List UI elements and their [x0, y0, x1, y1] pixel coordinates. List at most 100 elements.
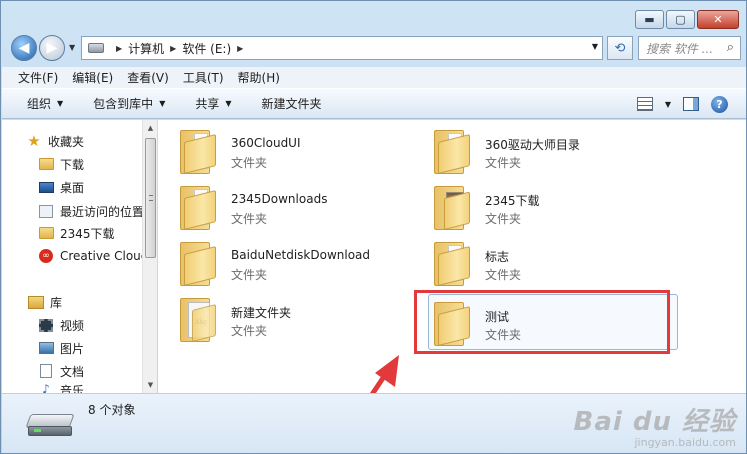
folder-type: 文件夹 [231, 268, 268, 282]
breadcrumb-separator-icon[interactable]: ▶ [116, 44, 122, 53]
folder-icon [38, 157, 54, 171]
new-folder-label: 新建文件夹 [261, 97, 322, 111]
search-input[interactable]: 搜索 软件 ... ⌕ [638, 36, 741, 60]
creative-cloud-icon: ∞ [38, 249, 54, 263]
help-icon[interactable]: ? [711, 95, 728, 113]
nav-scrollbar[interactable]: ▲ ▼ [142, 120, 157, 393]
new-folder-button[interactable]: 新建文件夹 [262, 95, 322, 112]
documents-icon [38, 364, 54, 378]
nav-recent-places[interactable]: 最近访问的位置 [38, 200, 142, 222]
pictures-icon [38, 341, 54, 355]
minimize-button[interactable]: ▬ [635, 10, 664, 29]
nav-recent-label: 最近访问的位置 [60, 204, 142, 219]
nav-pictures[interactable]: 图片 [38, 337, 178, 359]
nav-videos[interactable]: 视频 [38, 314, 178, 336]
folder-name: BaiduNetdiskDownload [231, 248, 371, 262]
menu-tools[interactable]: 工具(T) [183, 69, 224, 86]
preview-pane-icon[interactable] [683, 97, 699, 111]
video-icon [38, 318, 54, 332]
recent-places-icon [38, 204, 54, 218]
library-icon [28, 295, 44, 309]
nav-documents-label: 文档 [60, 364, 85, 379]
recent-pages-dropdown-icon[interactable]: ▼ [69, 43, 75, 52]
scroll-up-icon[interactable]: ▲ [143, 120, 158, 136]
nav-downloads[interactable]: 下载 [38, 153, 178, 175]
nav-videos-label: 视频 [60, 318, 85, 333]
folder-item-360cloudui[interactable]: 360CloudUI 文件夹 [158, 120, 398, 174]
folder-type: 文件夹 [231, 324, 268, 338]
refresh-button[interactable]: ⟲ [607, 36, 633, 60]
folder-item-2345-download-cn[interactable]: 2345下载 文件夹 [412, 176, 652, 230]
menu-file[interactable]: 文件(F) [18, 69, 58, 86]
nav-creative-cloud-label: Creative Cloud [60, 249, 142, 263]
organize-button[interactable]: 组织 ▼ [27, 95, 63, 112]
menu-edit[interactable]: 编辑(E) [72, 69, 113, 86]
folder-item-baidunetdisk[interactable]: BaiduNetdiskDownload 文件夹 [158, 232, 398, 286]
scrollbar-thumb[interactable] [145, 138, 156, 258]
address-dropdown-icon[interactable]: ▼ [592, 42, 598, 51]
nav-downloads-label: 下载 [60, 157, 85, 172]
folder-item-new-folder[interactable]: Abg 新建文件夹 文件夹 [158, 288, 398, 342]
chevron-down-icon: ▼ [159, 99, 166, 108]
hard-drive-icon [25, 414, 75, 436]
watermark: Bai du 经验 jingyan.baidu.com [574, 401, 737, 449]
nav-libraries-label: 库 [50, 295, 63, 310]
desktop-icon [38, 180, 54, 194]
breadcrumb-drive-e[interactable]: 软件 (E:) [182, 40, 231, 57]
folder-name: 2345Downloads [231, 192, 328, 206]
nav-favorites-label: 收藏夹 [48, 134, 85, 149]
breadcrumb-computer[interactable]: 计算机 [128, 40, 164, 57]
folder-item-360-driver[interactable]: 360驱动大师目录 文件夹 [412, 120, 652, 174]
folder-type: 文件夹 [485, 156, 522, 170]
view-options-dropdown-icon[interactable]: ▼ [665, 100, 671, 109]
folder-icon [434, 242, 470, 286]
menu-bar: 文件(F) 编辑(E) 查看(V) 工具(T) 帮助(H) [2, 67, 746, 88]
folder-item-2345downloads[interactable]: 2345Downloads 文件夹 [158, 176, 398, 230]
menu-help[interactable]: 帮助(H) [238, 69, 280, 86]
chevron-down-icon: ▼ [225, 99, 232, 108]
search-icon[interactable]: ⌕ [727, 40, 734, 55]
folder-name: 标志 [485, 250, 510, 264]
folder-type: 文件夹 [485, 268, 522, 282]
item-count: 8 个对象 [88, 403, 136, 417]
drive-icon [88, 43, 104, 53]
nav-desktop[interactable]: 桌面 [38, 176, 178, 198]
folder-type: 文件夹 [231, 212, 268, 226]
annotation-highlight-box [414, 290, 670, 354]
share-button[interactable]: 共享 ▼ [195, 95, 231, 112]
command-bar: 组织 ▼ 包含到库中 ▼ 共享 ▼ 新建文件夹 ▼ ? [2, 88, 746, 119]
nav-music-label: 音乐 [60, 384, 85, 393]
folder-item-logo[interactable]: 标志 文件夹 [412, 232, 652, 286]
scroll-down-icon[interactable]: ▼ [143, 377, 158, 393]
command-bar-right: ▼ ? [636, 93, 746, 115]
nav-2345-label: 2345下载 [60, 226, 115, 241]
folder-name: 360驱动大师目录 [485, 138, 580, 152]
navigation-pane: ★ 收藏夹 下载 桌面 最近访问的位置 2345下载 ∞ Creative Cl… [2, 120, 157, 393]
navigation-row: ◀ ▶ ▼ ▶ 计算机 ▶ 软件 (E:) ▶ ▼ ⟲ 搜索 软件 ... ⌕ [11, 33, 741, 61]
include-in-library-button[interactable]: 包含到库中 ▼ [93, 95, 165, 112]
folder-icon [434, 130, 470, 174]
menu-view[interactable]: 查看(V) [127, 69, 169, 86]
change-view-icon[interactable] [636, 97, 653, 111]
folder-icon [180, 186, 216, 230]
folder-icon [180, 130, 216, 174]
breadcrumb-separator-icon[interactable]: ▶ [170, 44, 176, 53]
forward-button[interactable]: ▶ [39, 35, 65, 61]
close-button[interactable]: ✕ [697, 10, 739, 29]
breadcrumb-separator-icon[interactable]: ▶ [237, 44, 243, 53]
organize-label: 组织 [27, 97, 52, 111]
nav-creative-cloud[interactable]: ∞ Creative Cloud [38, 245, 142, 267]
explorer-window: ▬ ▢ ✕ ◀ ▶ ▼ ▶ 计算机 ▶ 软件 (E:) ▶ ▼ ⟲ 搜索 软件 … [0, 0, 747, 454]
maximize-button[interactable]: ▢ [666, 10, 695, 29]
folder-photo-icon [434, 186, 470, 230]
back-button[interactable]: ◀ [11, 35, 37, 61]
nav-pictures-label: 图片 [60, 341, 85, 356]
nav-2345-downloads[interactable]: 2345下载 [38, 222, 178, 244]
include-in-library-label: 包含到库中 [93, 97, 154, 111]
caption-buttons: ▬ ▢ ✕ [635, 10, 739, 29]
address-bar[interactable]: ▶ 计算机 ▶ 软件 (E:) ▶ ▼ [81, 36, 603, 60]
folder-type: 文件夹 [485, 212, 522, 226]
folder-name: 新建文件夹 [231, 306, 292, 320]
folder-icon [180, 242, 216, 286]
nav-desktop-label: 桌面 [60, 180, 85, 195]
